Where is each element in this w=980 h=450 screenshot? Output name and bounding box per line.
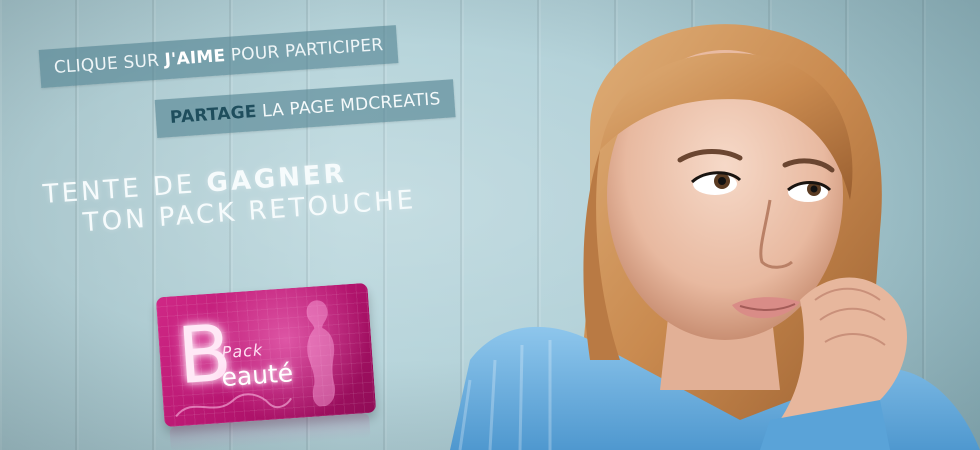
pack-beaute-card: B Pack eauté <box>155 282 377 428</box>
ribbon-1-suffix: POUR PARTICIPER <box>224 35 384 67</box>
ribbon-1-bold: J'AIME <box>163 46 226 71</box>
ribbon-1-prefix: CLIQUE SUR <box>53 50 166 78</box>
ribbon-2-bold: PARTAGE <box>169 101 258 128</box>
card-pack-text: Pack <box>221 340 264 363</box>
ribbon-2-suffix: LA PAGE MDCREATIS <box>255 89 442 122</box>
woman-illustration <box>450 24 980 450</box>
promo-banner: CLIQUE SUR J'AIME POUR PARTICIPER PARTAG… <box>0 0 980 450</box>
woman-silhouette-icon <box>306 300 336 407</box>
